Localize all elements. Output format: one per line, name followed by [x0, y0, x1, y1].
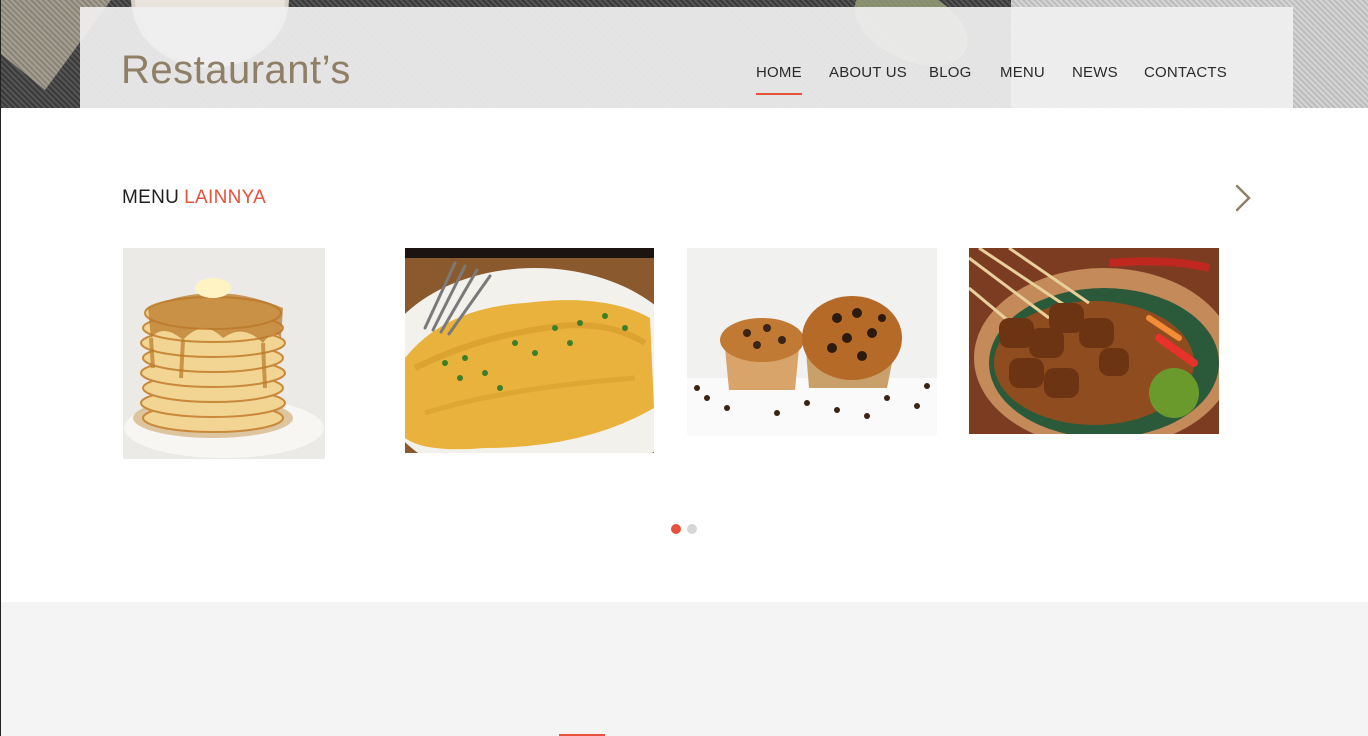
menu-item-omelette[interactable]	[405, 248, 654, 453]
nav-item-home[interactable]: HOME	[756, 64, 802, 95]
nav-item-contacts[interactable]: CONTACTS	[1144, 64, 1227, 81]
section-title-accent: LAINNYA	[184, 187, 267, 208]
muffins-image	[687, 248, 937, 436]
satay-image	[969, 248, 1219, 434]
nav-item-menu[interactable]: MENU	[1000, 64, 1045, 81]
section-title-main: MENU	[122, 187, 180, 208]
footer-section	[1, 602, 1368, 736]
nav-item-blog[interactable]: BLOG	[929, 64, 971, 81]
pagination-dot-2[interactable]	[687, 524, 697, 534]
menu-item-muffins[interactable]	[687, 248, 937, 436]
pancakes-image	[123, 248, 325, 459]
pagination-dot-1[interactable]	[671, 524, 681, 534]
omelette-image	[405, 248, 654, 453]
section-title: MENU LAINNYA	[122, 187, 266, 209]
menu-item-pancakes[interactable]	[123, 248, 325, 459]
nav-item-about-us[interactable]: ABOUT US	[829, 64, 907, 81]
chevron-right-icon[interactable]	[1227, 180, 1257, 216]
menu-item-satay[interactable]	[969, 248, 1219, 434]
nav-item-news[interactable]: NEWS	[1072, 64, 1118, 81]
main-nav: HOME ABOUT US BLOG MENU NEWS CONTACTS	[1, 64, 1368, 104]
